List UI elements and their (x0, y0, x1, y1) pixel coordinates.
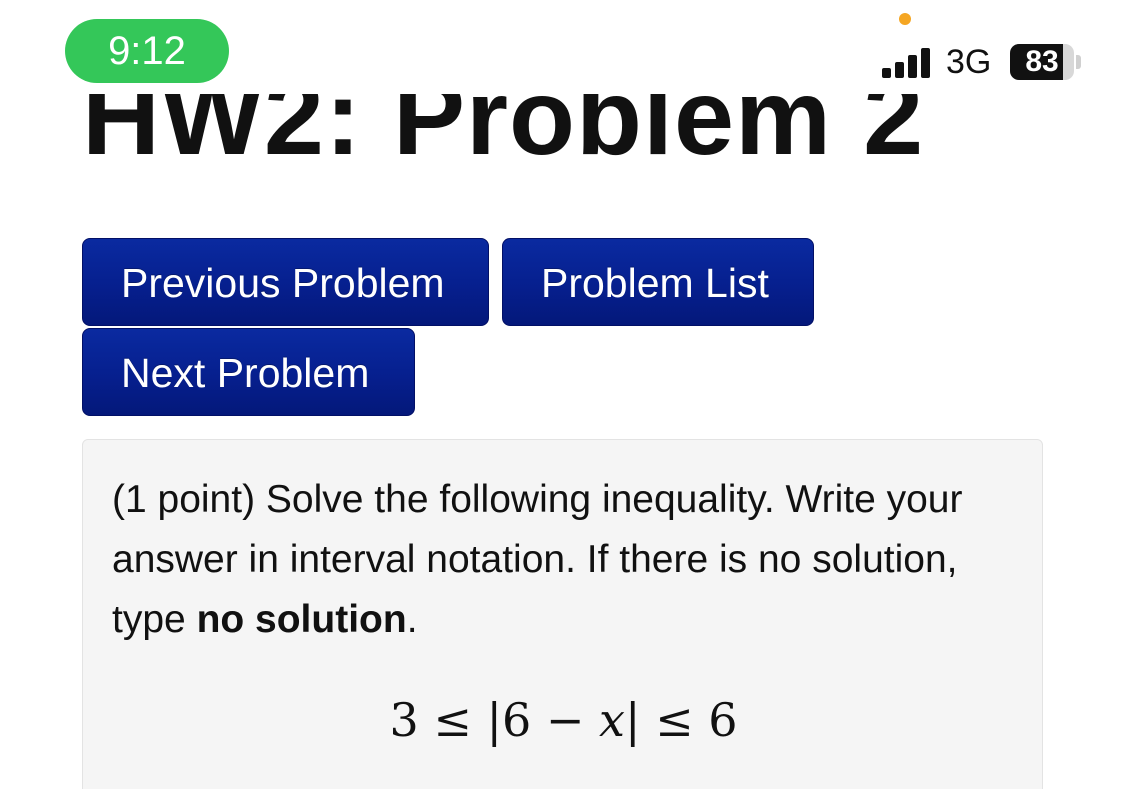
status-time[interactable]: 9:12 (65, 19, 229, 83)
equation-left: 3 ≤ |6 − (389, 693, 600, 747)
status-bar: 9:12 3G 83 (0, 0, 1125, 94)
inequality-equation: 3 ≤ |6 − x| ≤ 6 (83, 690, 1044, 750)
equation-variable: x (599, 693, 625, 747)
privacy-indicator-dot (899, 13, 911, 25)
cellular-signal-icon (882, 48, 930, 78)
battery-icon: 83 (1010, 44, 1082, 80)
battery-body: 83 (1010, 44, 1074, 80)
problem-end: . (406, 598, 418, 641)
problem-box: (1 point) Solve the following inequality… (82, 439, 1043, 789)
page: HW2: Problem 2 9:12 3G 83 Previous Probl… (0, 0, 1125, 789)
battery-cap (1076, 55, 1081, 69)
problem-emphasis: no solution (196, 598, 407, 641)
battery-level: 83 (1025, 45, 1059, 78)
next-problem-button[interactable]: Next Problem (82, 328, 415, 416)
equation-right: | ≤ 6 (625, 693, 738, 747)
problem-statement: (1 point) Solve the following inequality… (112, 470, 992, 650)
problem-list-button[interactable]: Problem List (502, 238, 814, 326)
problem-points: (1 point) (112, 478, 256, 521)
previous-problem-button[interactable]: Previous Problem (82, 238, 489, 326)
network-type: 3G (946, 43, 992, 81)
